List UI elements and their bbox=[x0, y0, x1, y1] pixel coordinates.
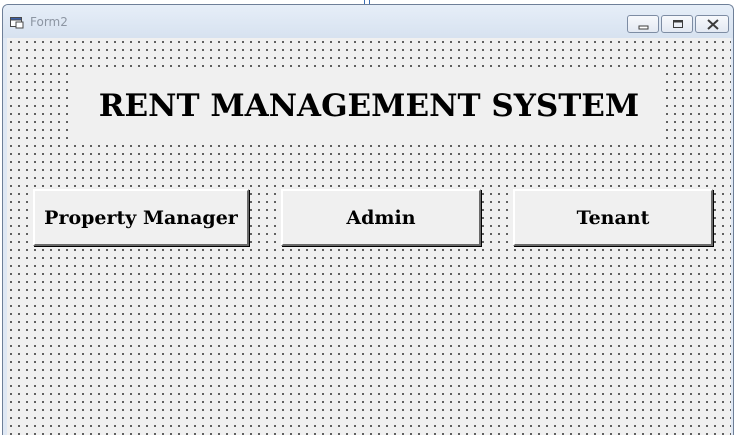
form-design-surface: RENT MANAGEMENT SYSTEM Property Manager … bbox=[7, 38, 731, 435]
close-button[interactable] bbox=[695, 15, 729, 33]
property-manager-button[interactable]: Property Manager bbox=[33, 189, 249, 246]
title-bar[interactable]: Form2 bbox=[3, 5, 733, 38]
window-title: Form2 bbox=[30, 15, 68, 29]
maximize-button[interactable] bbox=[661, 15, 693, 33]
form-window: Form2 RENT MANAGEMENT SYSTEM Property Ma… bbox=[2, 4, 734, 435]
admin-button[interactable]: Admin bbox=[281, 189, 481, 246]
tenant-button[interactable]: Tenant bbox=[513, 189, 713, 246]
system-title-label: RENT MANAGEMENT SYSTEM bbox=[73, 71, 665, 141]
minimize-button[interactable] bbox=[627, 15, 659, 33]
form-window-icon bbox=[10, 16, 24, 29]
